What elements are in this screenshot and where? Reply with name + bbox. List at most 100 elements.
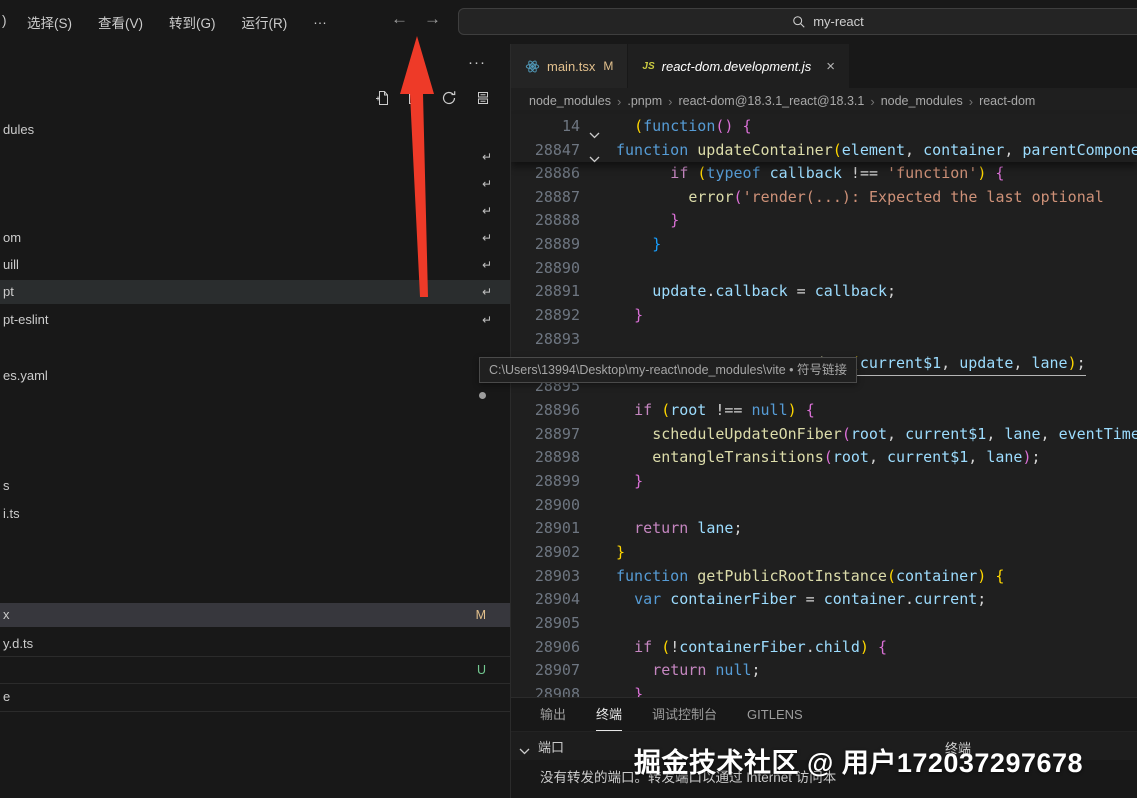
breadcrumb-item[interactable]: react-dom [979,94,1035,108]
code-text[interactable]: return null; [616,659,761,683]
file-row[interactable]: om↵ [0,226,510,250]
breadcrumb-item[interactable]: node_modules [529,94,611,108]
file-row[interactable]: pt↵ [0,280,510,304]
new-file-icon[interactable] [375,90,391,106]
code-line[interactable]: 28898 entangleTransitions(root, current$1… [511,446,1137,470]
fold-chevron-icon[interactable] [589,146,600,170]
code-text[interactable]: if (typeof callback !== 'function') { [616,162,1004,186]
panel-tab-debug-console[interactable]: 调试控制台 [652,698,717,731]
code-line[interactable]: 28906 if (!containerFiber.child) { [511,636,1137,660]
close-icon[interactable]: × [826,58,835,75]
code-line[interactable]: 28891update.callback = callback; [511,280,1137,304]
line-number[interactable]: 28899 [511,470,580,494]
code-line[interactable]: 28902} [511,541,1137,565]
line-number[interactable]: 28847 [511,138,580,162]
file-row[interactable]: xM [0,603,510,627]
tab-main-tsx[interactable]: main.tsxM [511,44,628,88]
line-number[interactable]: 28889 [511,233,580,257]
code-line[interactable]: 28908} [511,683,1137,697]
code-line[interactable]: 28886 if (typeof callback !== 'function')… [511,162,1137,186]
file-row[interactable]: s [0,474,510,498]
file-row[interactable]: es.yaml [0,364,510,388]
collapse-all-icon[interactable] [474,90,490,106]
line-number[interactable]: 28898 [511,446,580,470]
code-line[interactable]: 28892} [511,304,1137,328]
line-number[interactable]: 28901 [511,517,580,541]
code-line[interactable]: 28893 [511,328,1137,352]
code-text[interactable]: } [616,233,661,257]
code-text[interactable]: function getPublicRootInstance(container… [616,565,1004,589]
code-line[interactable]: 28907 return null; [511,659,1137,683]
code-line[interactable]: 28901 return lane; [511,517,1137,541]
line-number[interactable]: 28903 [511,565,580,589]
file-row[interactable]: ↵ [0,145,510,169]
more-actions-icon[interactable]: ··· [468,54,486,71]
code-area[interactable]: 28886 if (typeof callback !== 'function')… [511,162,1137,697]
panel-tab-output[interactable]: 输出 [540,698,566,731]
code-text[interactable]: (function() { [616,114,752,138]
line-number[interactable]: 28900 [511,494,580,518]
panel-tab-gitlens[interactable]: GITLENS [747,698,803,731]
sticky-line[interactable]: 14 (function() { [511,114,1137,138]
code-text[interactable]: } [616,304,643,328]
code-text[interactable]: update.callback = callback; [616,280,896,304]
code-text[interactable]: var containerFiber = container.current; [616,588,986,612]
command-center-search[interactable]: my-react [458,8,1137,35]
menu-item[interactable]: ··· [300,15,340,30]
line-number[interactable]: 28890 [511,257,580,281]
file-row[interactable]: y.d.ts [0,632,510,656]
line-number[interactable]: 28892 [511,304,580,328]
line-number[interactable]: 28893 [511,328,580,352]
code-line[interactable]: 28900 [511,494,1137,518]
code-text[interactable]: } [616,683,643,697]
code-line[interactable]: 28887error('render(...): Expected the la… [511,186,1137,210]
code-text[interactable]: } [616,541,625,565]
nav-back-icon[interactable]: ← [391,9,408,29]
line-number[interactable]: 28905 [511,612,580,636]
code-text[interactable]: if (root !== null) { [616,399,815,423]
nav-forward-icon[interactable]: → [424,9,441,29]
line-number[interactable]: 28896 [511,399,580,423]
code-text[interactable]: entangleTransitions(root, current$1, lan… [616,446,1041,470]
line-number[interactable]: 28907 [511,659,580,683]
code-text[interactable]: scheduleUpdateOnFiber(root, current$1, l… [616,423,1137,447]
line-number[interactable]: 28906 [511,636,580,660]
file-row[interactable]: ↵ [0,199,510,223]
sticky-line[interactable]: 28847 function updateContainer(element, c… [511,138,1137,162]
code-text[interactable]: function updateContainer(element, contai… [616,138,1137,162]
file-row[interactable]: i.ts [0,502,510,526]
code-text[interactable]: } [616,470,643,494]
code-text[interactable]: } [616,209,679,233]
file-row[interactable]: ↵ [0,172,510,196]
menu-item[interactable]: 转到(G) [156,12,229,32]
file-row[interactable]: U [0,658,510,682]
line-number[interactable]: 28886 [511,162,580,186]
code-line[interactable]: 28905 [511,612,1137,636]
file-row[interactable]: e [0,685,510,709]
menu-item[interactable]: 查看(V) [85,12,156,32]
file-row[interactable]: dules [0,118,510,142]
code-line[interactable]: 28890 [511,257,1137,281]
tab-react-dom-development-js[interactable]: JSreact-dom.development.js× [628,44,850,88]
code-line[interactable]: 28897 scheduleUpdateOnFiber(root, current… [511,423,1137,447]
breadcrumb-item[interactable]: node_modules [881,94,963,108]
line-number[interactable]: 28887 [511,186,580,210]
code-text[interactable]: if (!containerFiber.child) { [616,636,887,660]
line-number[interactable]: 28908 [511,683,580,697]
code-line[interactable]: 28888} [511,209,1137,233]
code-line[interactable]: 28896 if (root !== null) { [511,399,1137,423]
code-line[interactable]: 28904 var containerFiber = container.curr… [511,588,1137,612]
line-number[interactable]: 28904 [511,588,580,612]
line-number[interactable]: 28888 [511,209,580,233]
panel-tab-terminal[interactable]: 终端 [596,698,622,731]
breadcrumb-item[interactable]: react-dom@18.3.1_react@18.3.1 [678,94,864,108]
new-folder-icon[interactable] [408,90,424,106]
code-line[interactable]: 28889} [511,233,1137,257]
code-text[interactable]: return lane; [616,517,742,541]
menu-item[interactable]: 运行(R) [229,12,301,32]
code-line[interactable]: 28903 function getPublicRootInstance(cont… [511,565,1137,589]
menu-item[interactable]: 选择(S) [14,12,85,32]
code-line[interactable]: 28899} [511,470,1137,494]
line-number[interactable]: 28897 [511,423,580,447]
line-number[interactable]: 14 [511,114,580,138]
